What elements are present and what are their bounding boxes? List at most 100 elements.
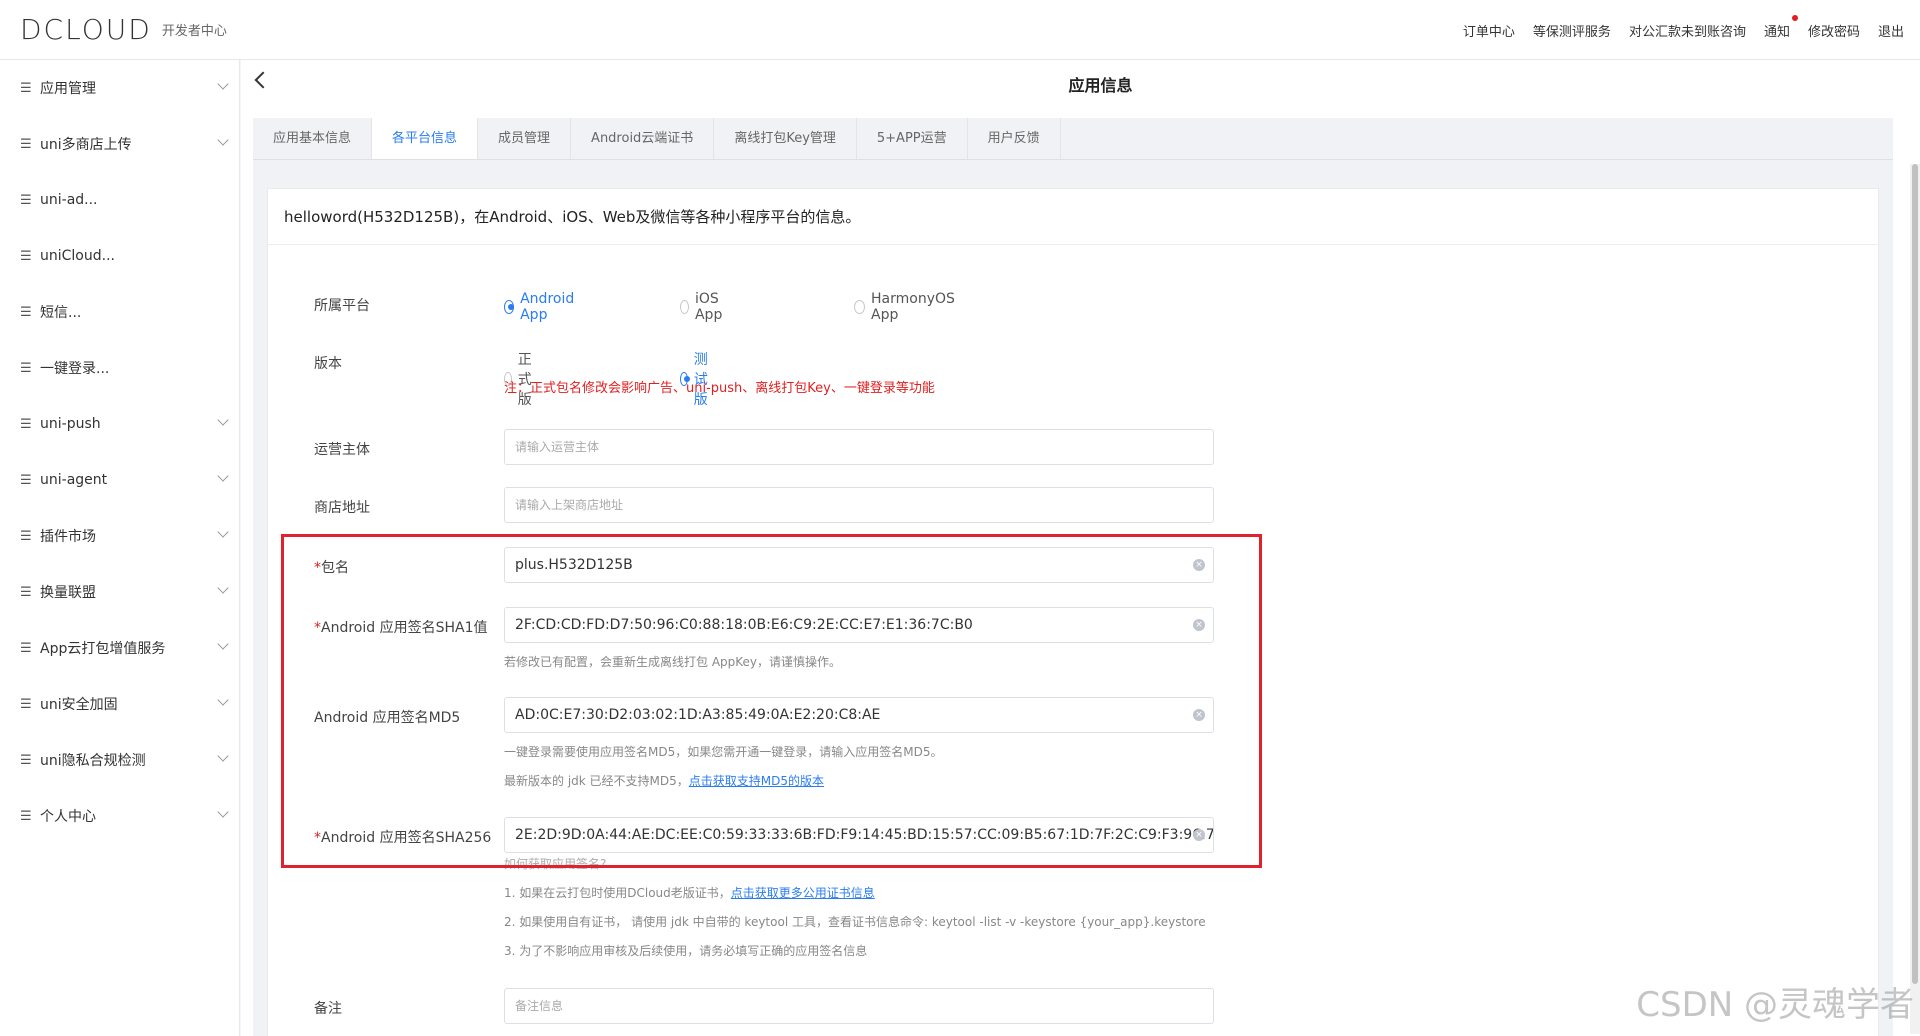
sidebar-item-label: uni隐私合规检测 — [40, 753, 146, 769]
sidebar-item-label: 一键登录... — [40, 361, 110, 377]
tab-android-cloud-cert[interactable]: Android云端证书 — [571, 118, 715, 159]
sidebar-item-uni-push[interactable]: ☰ uni-push — [0, 396, 239, 452]
sidebar-item-security-hardening[interactable]: ☰ uni安全加固 — [0, 676, 239, 732]
tab-platform-info[interactable]: 各平台信息 — [372, 118, 479, 159]
signature-help-line2: 2. 如果使用自有证书， 请使用 jdk 中自带的 keytool 工具，查看证… — [504, 915, 1206, 929]
required-mark: * — [314, 560, 321, 576]
chevron-down-icon — [217, 750, 229, 762]
list-icon: ☰ — [20, 80, 32, 96]
clear-icon[interactable]: × — [1193, 829, 1205, 841]
sidebar-item-uni-ad[interactable]: ☰ uni-ad... — [0, 172, 239, 228]
sha1-hint: 若修改已有配置，会重新生成离线打包 AppKey，请谨慎操作。 — [504, 655, 842, 669]
label-package: *包名 — [314, 557, 349, 577]
sidebar-item-label: uni多商店上传 — [40, 137, 132, 153]
sidebar-item-uni-agent[interactable]: ☰ uni-agent — [0, 452, 239, 508]
sidebar: ☰ 应用管理 ☰ uni多商店上传 ☰ uni-ad... ☰ uniCloud... … — [0, 60, 240, 1036]
sidebar-item-app-management[interactable]: ☰ 应用管理 — [0, 60, 239, 116]
sidebar-item-label: 个人中心 — [40, 809, 96, 825]
list-icon: ☰ — [20, 752, 32, 768]
list-icon: ☰ — [20, 416, 32, 432]
required-mark: * — [314, 830, 321, 846]
radio-unchecked-icon — [680, 300, 689, 314]
watermark: CSDN @灵魂学者 — [1636, 985, 1914, 1025]
sidebar-item-multi-store-upload[interactable]: ☰ uni多商店上传 — [0, 116, 239, 172]
list-icon: ☰ — [20, 360, 32, 376]
list-icon: ☰ — [20, 304, 32, 320]
sidebar-item-one-click-login[interactable]: ☰ 一键登录... — [0, 340, 239, 396]
list-icon: ☰ — [20, 808, 32, 824]
nav-change-password[interactable]: 修改密码 — [1808, 21, 1860, 40]
chevron-down-icon — [217, 582, 229, 594]
tab-members[interactable]: 成员管理 — [478, 118, 572, 159]
radio-ios-app[interactable]: iOS App — [680, 291, 727, 323]
md5-input[interactable]: AD:0C:E7:30:D2:03:02:1D:A3:85:49:0A:E2:2… — [504, 697, 1214, 733]
sidebar-item-label: 换量联盟 — [40, 585, 96, 601]
sidebar-item-cloud-build[interactable]: ☰ App云打包增值服务 — [0, 620, 239, 676]
md5-version-link[interactable]: 点击获取支持MD5的版本 — [689, 774, 824, 788]
input-value: AD:0C:E7:30:D2:03:02:1D:A3:85:49:0A:E2:2… — [515, 707, 881, 723]
sidebar-item-privacy-check[interactable]: ☰ uni隐私合规检测 — [0, 732, 239, 788]
sha1-input[interactable]: 2F:CD:CD:FD:D7:50:96:C0:88:18:0B:E6:C9:2… — [504, 607, 1214, 643]
sidebar-item-label: uni-push — [40, 416, 101, 432]
list-icon: ☰ — [20, 248, 32, 264]
sidebar-item-label: uni-agent — [40, 472, 108, 488]
page-header: 应用信息 — [241, 60, 1920, 104]
version-warning: 注：正式包名修改会影响广告、uni-push、离线打包Key、一键登录等功能 — [504, 381, 935, 396]
tab-user-feedback[interactable]: 用户反馈 — [968, 118, 1061, 159]
list-icon: ☰ — [20, 136, 32, 152]
tab-bar: 应用基本信息 各平台信息 成员管理 Android云端证书 离线打包Key管理 … — [253, 118, 1893, 160]
card-title: helloword(H532D125B)，在Android、iOS、Web及微信… — [268, 189, 1878, 245]
list-icon: ☰ — [20, 472, 32, 488]
package-name-input[interactable]: plus.H532D125B × — [504, 547, 1214, 583]
sidebar-item-label: uni-ad... — [40, 192, 98, 208]
tab-app-operation[interactable]: 5+APP运营 — [857, 118, 968, 159]
chevron-down-icon — [217, 526, 229, 538]
operator-input[interactable]: 请输入运营主体 — [504, 429, 1214, 465]
radio-android-app[interactable]: Android App — [504, 291, 578, 323]
tab-offline-key[interactable]: 离线打包Key管理 — [714, 118, 857, 159]
logo-subtitle: 开发者中心 — [161, 24, 227, 39]
chevron-down-icon — [217, 134, 229, 146]
sidebar-item-personal-center[interactable]: ☰ 个人中心 — [0, 788, 239, 844]
input-value: plus.H532D125B — [515, 557, 633, 573]
sha256-input[interactable]: 2E:2D:9D:0A:44:AE:DC:EE:C0:59:33:33:6B:F… — [504, 817, 1214, 853]
list-icon: ☰ — [20, 528, 32, 544]
sidebar-item-label: uniCloud... — [40, 248, 115, 264]
radio-label: iOS App — [694, 291, 723, 323]
sidebar-item-label: uni安全加固 — [40, 697, 118, 713]
clear-icon[interactable]: × — [1193, 559, 1205, 571]
label-store: 商店地址 — [314, 500, 370, 516]
remark-input[interactable]: 备注信息 — [504, 988, 1214, 1024]
label-md5: Android 应用签名MD5 — [314, 710, 461, 726]
notification-dot-icon — [1791, 14, 1798, 21]
nav-remittance-inquiry[interactable]: 对公汇款未到账咨询 — [1629, 21, 1746, 40]
nav-orders[interactable]: 订单中心 — [1463, 21, 1515, 40]
label-sha256: *Android 应用签名SHA256 — [314, 827, 491, 847]
scrollbar[interactable] — [1910, 164, 1920, 1034]
nav-logout[interactable]: 退出 — [1878, 21, 1904, 40]
radio-harmonyos-app[interactable]: HarmonyOS App — [854, 291, 958, 323]
tab-basic-info[interactable]: 应用基本信息 — [253, 118, 373, 159]
page-title: 应用信息 — [1068, 76, 1133, 95]
radio-checked-icon — [504, 300, 515, 314]
public-cert-link[interactable]: 点击获取更多公用证书信息 — [731, 886, 875, 900]
scrollbar-thumb[interactable] — [1912, 164, 1918, 984]
sidebar-item-sms[interactable]: ☰ 短信... — [0, 284, 239, 340]
label-version: 版本 — [314, 356, 342, 372]
sidebar-item-traffic-alliance[interactable]: ☰ 换量联盟 — [0, 564, 239, 620]
hint-text: 1. 如果在云打包时使用DCloud老版证书， — [504, 886, 731, 900]
sidebar-item-unicloud[interactable]: ☰ uniCloud... — [0, 228, 239, 284]
logo[interactable]: DCLOUD 开发者中心 — [20, 13, 227, 46]
nav-security-assessment[interactable]: 等保测评服务 — [1533, 21, 1611, 40]
label-text: Android 应用签名SHA256 — [321, 830, 492, 846]
nav-notifications[interactable]: 通知 — [1764, 14, 1798, 40]
list-icon: ☰ — [20, 640, 32, 656]
label-sha1: *Android 应用签名SHA1值 — [314, 617, 487, 637]
sidebar-item-label: 短信... — [40, 305, 82, 321]
clear-icon[interactable]: × — [1193, 709, 1205, 721]
sidebar-item-plugin-market[interactable]: ☰ 插件市场 — [0, 508, 239, 564]
store-url-input[interactable]: 请输入上架商店地址 — [504, 487, 1214, 523]
clear-icon[interactable]: × — [1193, 619, 1205, 631]
chevron-down-icon — [217, 806, 229, 818]
list-icon: ☰ — [20, 584, 32, 600]
